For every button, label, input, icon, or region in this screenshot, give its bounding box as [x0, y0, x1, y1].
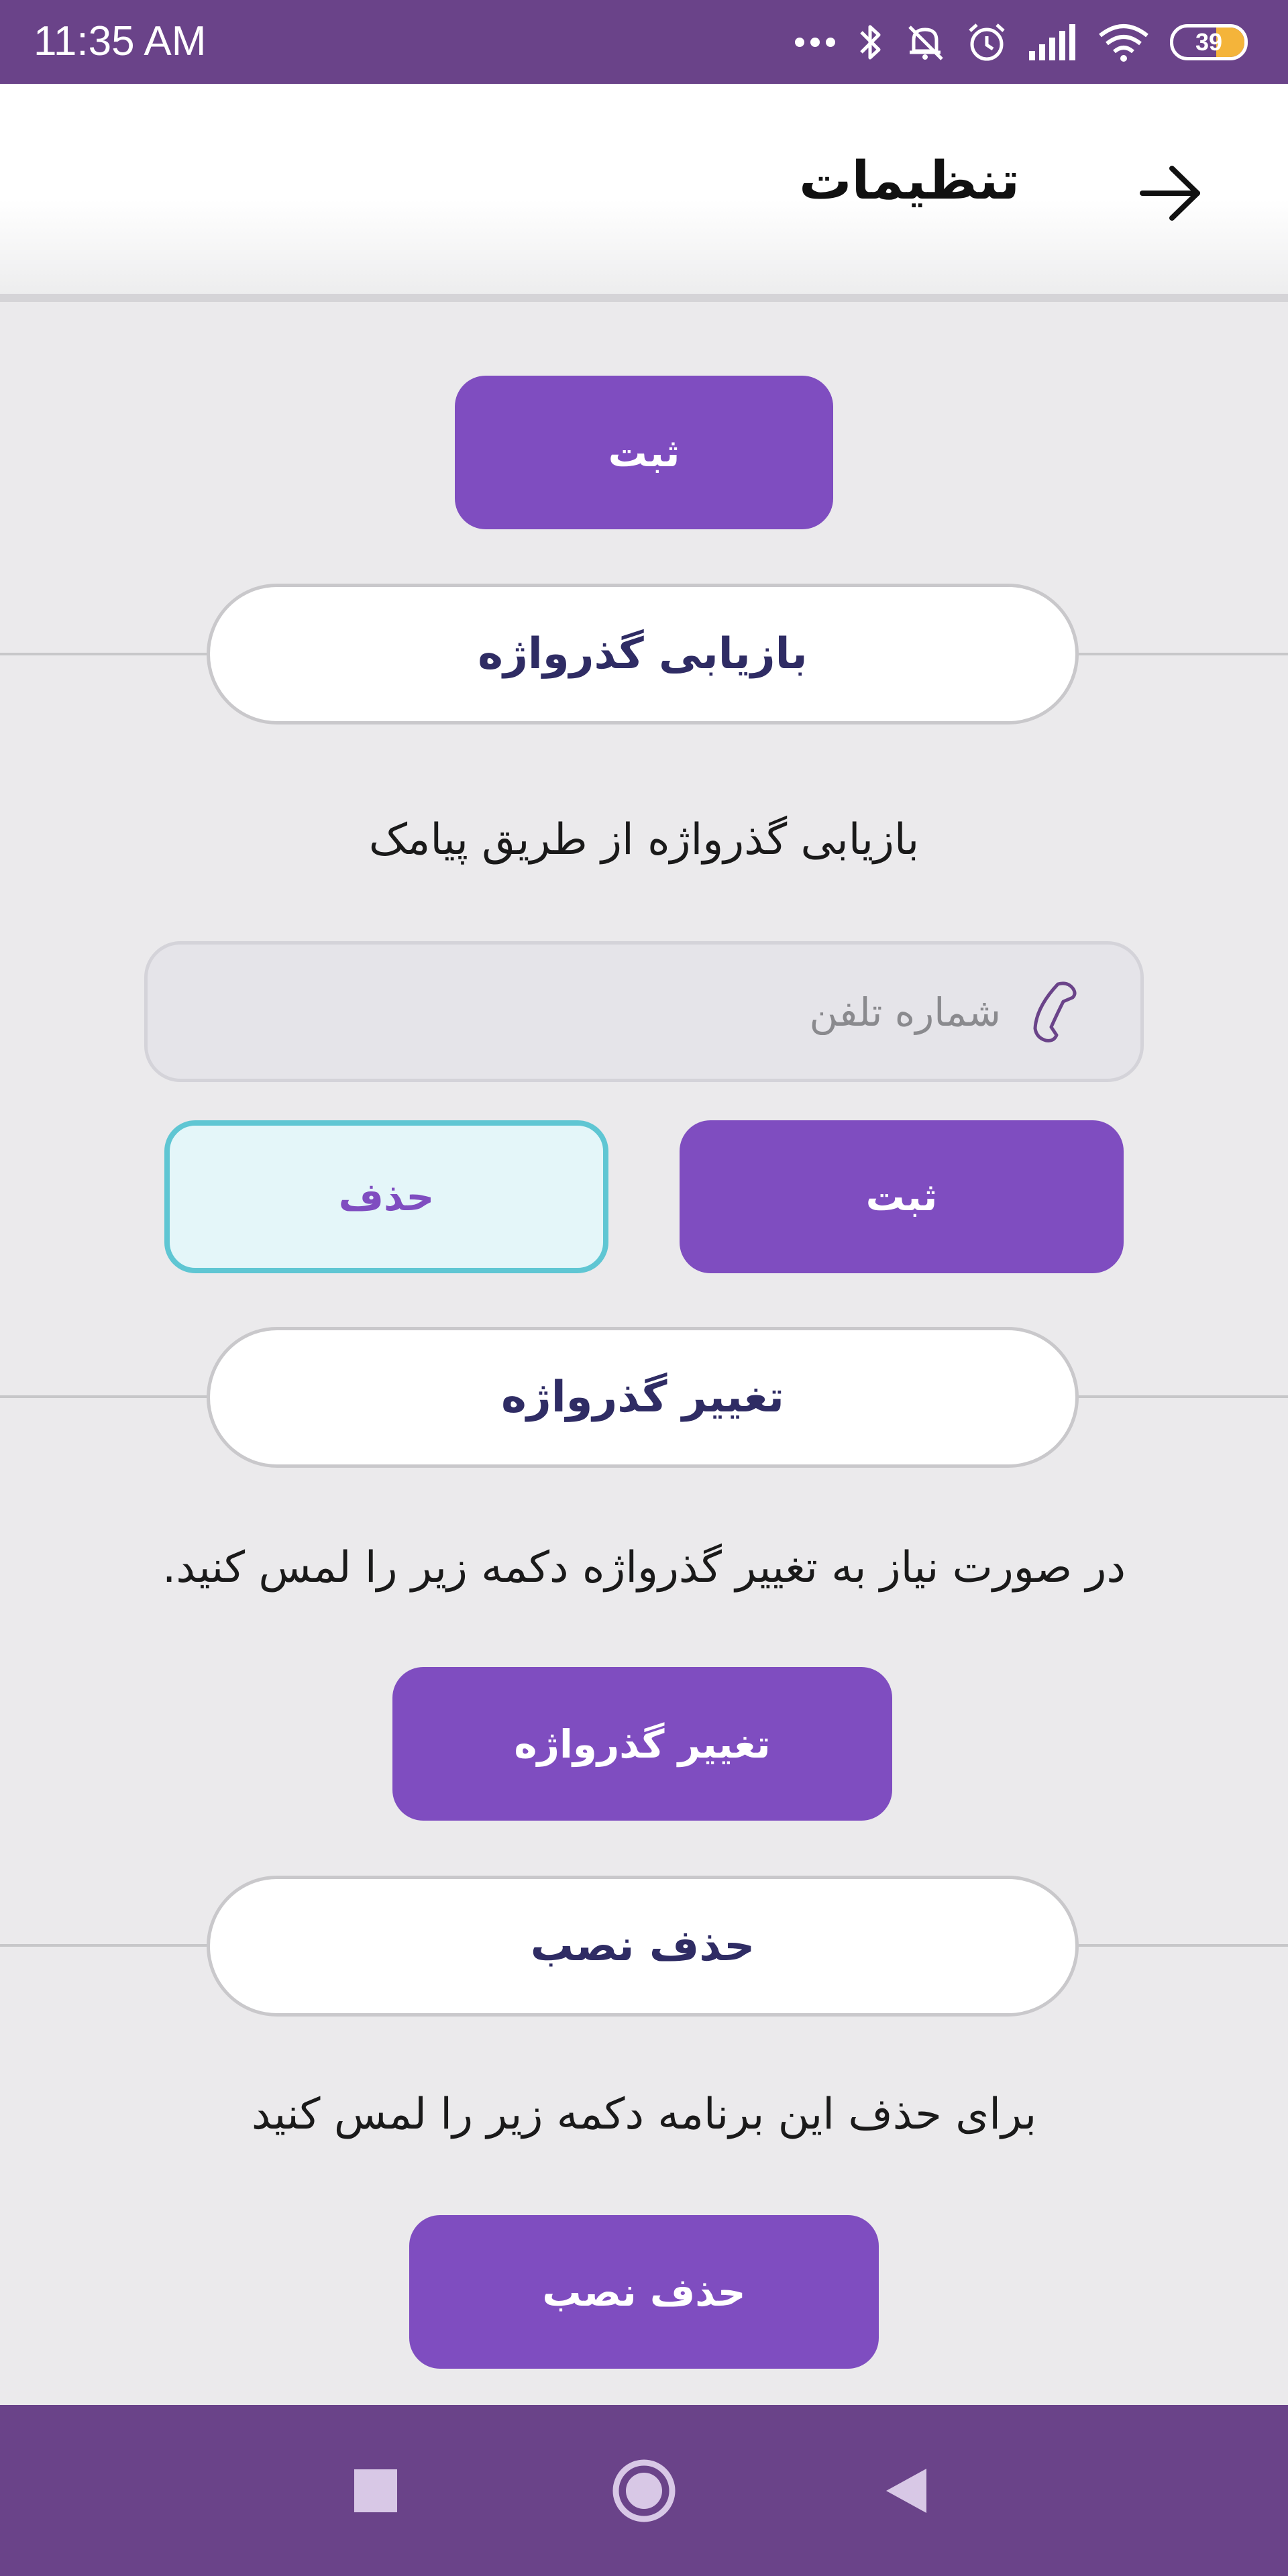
section-header-uninstall: حذف نصب [207, 1876, 1079, 2017]
wifi-icon [1097, 22, 1150, 62]
section-header-change-password: تغییر گذرواژه [207, 1327, 1079, 1468]
phone-submit-label: ثبت [865, 1174, 938, 1220]
password-recovery-description: بازیابی گذرواژه از طریق پیامک [368, 815, 920, 865]
arrow-right-icon [1138, 164, 1203, 225]
section-header-password-recovery: بازیابی گذرواژه [207, 584, 1079, 724]
back-nav-button[interactable] [859, 2445, 953, 2539]
change-password-label: تغییر گذرواژه [514, 1721, 771, 1767]
system-nav-bar [0, 2405, 1288, 2576]
status-time: 11:35 AM [34, 18, 207, 64]
home-button[interactable] [597, 2445, 691, 2539]
change-password-button[interactable]: تغییر گذرواژه [392, 1667, 892, 1821]
phone-field[interactable] [144, 941, 1144, 1082]
recents-button[interactable] [329, 2445, 423, 2539]
phone-input[interactable] [174, 945, 1002, 1080]
battery-level: 39 [1195, 28, 1223, 56]
phone-delete-label: حذف [338, 1174, 435, 1220]
battery-icon: 39 [1170, 24, 1248, 60]
uninstall-button[interactable]: حذف نصب [409, 2215, 879, 2369]
back-button[interactable] [1134, 158, 1208, 231]
section-title: بازیابی گذرواژه [478, 629, 808, 679]
phone-icon [1016, 975, 1090, 1049]
status-bar: 11:35 AM 39 [0, 0, 1288, 84]
mute-icon [904, 21, 946, 63]
more-dots-icon [793, 36, 837, 49]
uninstall-description: برای حذف این برنامه دکمه زیر را لمس کنید [251, 2090, 1037, 2139]
phone-delete-button[interactable]: حذف [164, 1120, 608, 1273]
triangle-back-icon [882, 2466, 929, 2518]
circle-home-icon [610, 2457, 678, 2527]
phone-submit-button[interactable]: ثبت [680, 1120, 1124, 1273]
status-icons: 39 [793, 19, 1248, 66]
app-bar: تنظیمات [0, 84, 1288, 302]
section-title: تغییر گذرواژه [501, 1373, 784, 1422]
square-recents-icon [352, 2467, 399, 2517]
alarm-icon [966, 21, 1008, 63]
signal-icon [1028, 23, 1077, 62]
top-submit-label: ثبت [608, 429, 680, 476]
top-submit-button[interactable]: ثبت [455, 376, 833, 529]
change-password-description: در صورت نیاز به تغییر گذرواژه دکمه زیر ر… [162, 1543, 1126, 1593]
page-title: تنظیمات [799, 151, 1020, 211]
bluetooth-icon [857, 21, 884, 63]
uninstall-label: حذف نصب [542, 2269, 746, 2315]
section-title: حذف نصب [530, 1921, 755, 1971]
